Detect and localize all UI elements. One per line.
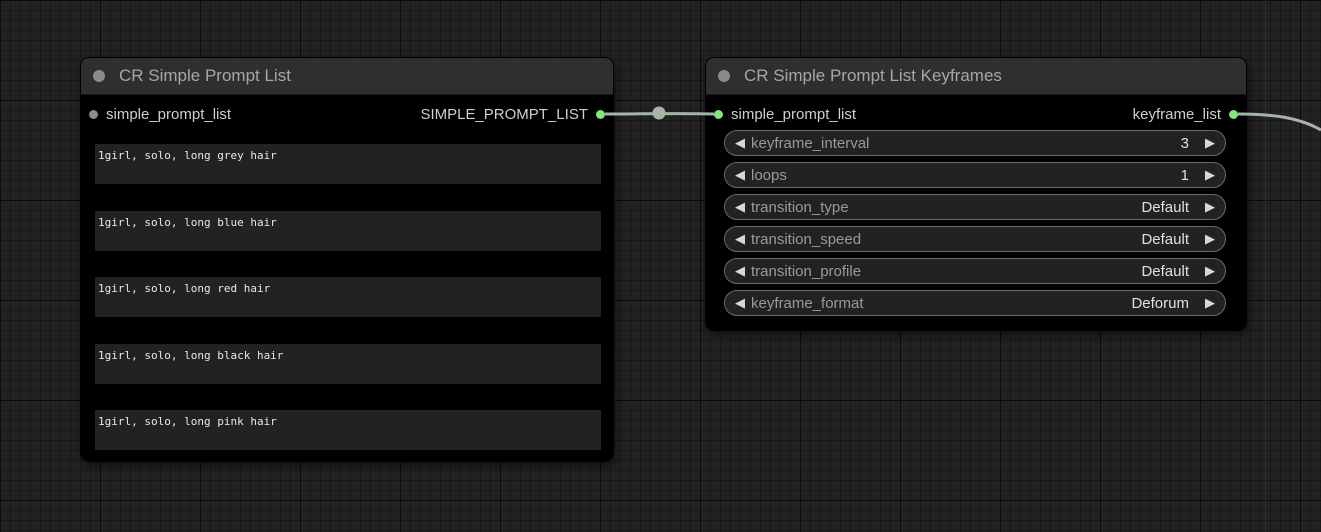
output-slot-dot-icon[interactable] <box>596 109 605 119</box>
next-option-arrow-icon[interactable]: ▶ <box>1203 295 1217 311</box>
output-slot-label: keyframe_list <box>1132 105 1221 123</box>
widget-keyframe-format[interactable]: ◀ keyframe_format Deforum ▶ <box>724 290 1226 316</box>
output-slot-label: SIMPLE_PROMPT_LIST <box>420 105 588 123</box>
widget-transition-type[interactable]: ◀ transition_type Default ▶ <box>724 194 1226 220</box>
previous-option-arrow-icon[interactable]: ◀ <box>733 199 747 215</box>
input-slot[interactable]: simple_prompt_list <box>81 106 231 123</box>
prompt-textbox-2[interactable]: 1girl, solo, long blue hair <box>95 211 601 251</box>
widget-value: Default <box>1141 198 1189 216</box>
previous-option-arrow-icon[interactable]: ◀ <box>733 231 747 247</box>
previous-option-arrow-icon[interactable]: ◀ <box>733 263 747 279</box>
input-slot-label: simple_prompt_list <box>106 105 232 123</box>
widget-transition-profile[interactable]: ◀ transition_profile Default ▶ <box>724 258 1226 284</box>
widget-label: keyframe_format <box>751 294 864 312</box>
widget-label: loops <box>751 166 787 184</box>
slot-row: simple_prompt_list SIMPLE_PROMPT_LIST <box>81 103 613 125</box>
widget-label: keyframe_interval <box>751 134 870 152</box>
output-slot[interactable]: SIMPLE_PROMPT_LIST <box>420 106 613 123</box>
widget-value: Default <box>1141 262 1189 280</box>
node-title-bar[interactable]: CR Simple Prompt List Keyframes <box>706 58 1246 95</box>
input-slot-dot-icon[interactable] <box>714 109 723 119</box>
widget-label: transition_profile <box>751 262 862 280</box>
panel-divider <box>1265 0 1266 532</box>
prompt-textbox-5[interactable]: 1girl, solo, long pink hair <box>95 410 601 450</box>
node-prompt-list-keyframes[interactable]: CR Simple Prompt List Keyframes simple_p… <box>706 58 1246 330</box>
link-keyframe-list-out <box>1237 112 1321 132</box>
prompt-textbox-3[interactable]: 1girl, solo, long red hair <box>95 277 601 317</box>
node-simple-prompt-list[interactable]: CR Simple Prompt List simple_prompt_list… <box>81 58 613 461</box>
node-title: CR Simple Prompt List Keyframes <box>744 66 1002 85</box>
input-slot-label: simple_prompt_list <box>731 105 857 123</box>
output-slot-dot-icon[interactable] <box>1229 109 1238 119</box>
widget-value: 3 <box>1180 134 1189 152</box>
widget-value: Deforum <box>1131 294 1189 312</box>
slot-row: simple_prompt_list keyframe_list <box>706 103 1246 125</box>
widget-loops[interactable]: ◀ loops 1 ▶ <box>724 162 1226 188</box>
prompt-textbox-4[interactable]: 1girl, solo, long black hair <box>95 344 601 384</box>
node-body: simple_prompt_list keyframe_list ◀ keyfr… <box>706 95 1246 330</box>
increment-arrow-icon[interactable]: ▶ <box>1203 135 1217 151</box>
decrement-arrow-icon[interactable]: ◀ <box>733 167 747 183</box>
prompt-textbox-1[interactable]: 1girl, solo, long grey hair <box>95 144 601 184</box>
widget-value: 1 <box>1180 166 1189 184</box>
next-option-arrow-icon[interactable]: ▶ <box>1203 263 1217 279</box>
node-body: simple_prompt_list SIMPLE_PROMPT_LIST 1g… <box>81 95 613 461</box>
increment-arrow-icon[interactable]: ▶ <box>1203 167 1217 183</box>
next-option-arrow-icon[interactable]: ▶ <box>1203 231 1217 247</box>
node-title-bar[interactable]: CR Simple Prompt List <box>81 58 613 95</box>
widget-transition-speed[interactable]: ◀ transition_speed Default ▶ <box>724 226 1226 252</box>
input-slot[interactable]: simple_prompt_list <box>706 106 856 123</box>
link-midpoint-handle <box>652 106 666 120</box>
widget-value: Default <box>1141 230 1189 248</box>
node-title: CR Simple Prompt List <box>119 66 291 85</box>
widget-label: transition_type <box>751 198 849 216</box>
collapse-toggle-icon[interactable] <box>718 70 730 82</box>
previous-option-arrow-icon[interactable]: ◀ <box>733 295 747 311</box>
next-option-arrow-icon[interactable]: ▶ <box>1203 199 1217 215</box>
widget-keyframe-interval[interactable]: ◀ keyframe_interval 3 ▶ <box>724 130 1226 156</box>
graph-canvas[interactable]: CR Simple Prompt List simple_prompt_list… <box>0 0 1321 532</box>
collapse-toggle-icon[interactable] <box>93 70 105 82</box>
input-slot-dot-icon[interactable] <box>89 109 98 119</box>
decrement-arrow-icon[interactable]: ◀ <box>733 135 747 151</box>
output-slot[interactable]: keyframe_list <box>1133 106 1246 123</box>
widget-label: transition_speed <box>751 230 862 248</box>
